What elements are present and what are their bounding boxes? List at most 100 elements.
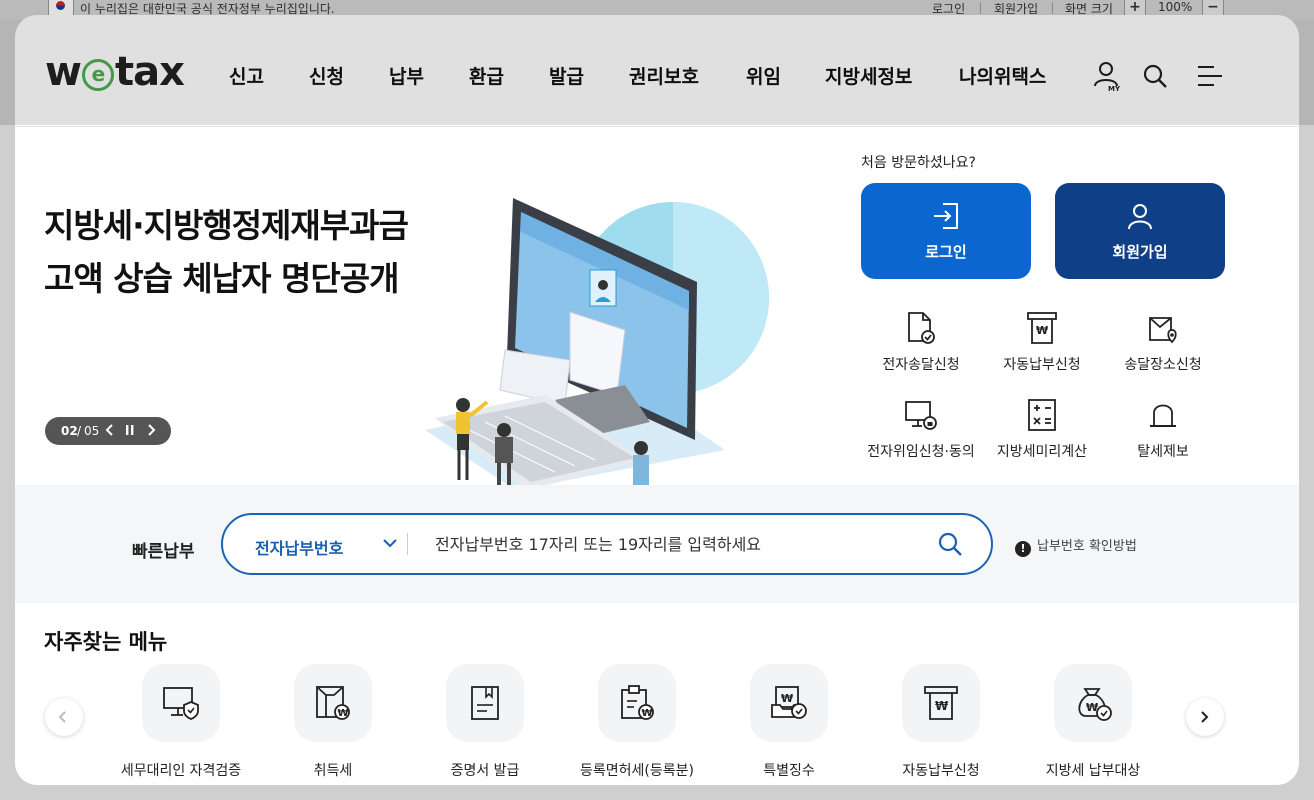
freq-item-auto-payment[interactable]: ₩ 자동납부신청 xyxy=(856,664,1026,780)
quick-pay-title: 빠른납부 xyxy=(132,542,195,562)
login-button-label: 로그인 xyxy=(925,243,967,261)
receipt-won-icon: ₩ xyxy=(1027,312,1057,344)
freq-item-tile: ₩ xyxy=(598,664,676,742)
quick-pay-section: 빠른납부 전자납부번호 ! 납부번호 확인방법 xyxy=(15,485,1299,603)
nav-local-tax-info[interactable]: 지방세정보 xyxy=(825,62,912,89)
pager-total: 05 xyxy=(84,424,100,438)
quick-auto-payment[interactable]: ₩ 자동납부신청 xyxy=(977,310,1107,374)
svg-text:₩: ₩ xyxy=(642,708,653,719)
freq-item-tile xyxy=(142,664,220,742)
svg-text:MY: MY xyxy=(1108,85,1121,92)
doc-won-icon: ₩ xyxy=(316,686,350,720)
freq-item-label: 등록면허세(등록분) xyxy=(580,763,694,779)
freq-item-tile: ₩ xyxy=(902,664,980,742)
monitor-shield-icon xyxy=(163,687,199,720)
freq-item-label: 지방세 납부대상 xyxy=(1045,763,1141,779)
svg-text:₩: ₩ xyxy=(1036,324,1048,337)
freq-item-tax-agent[interactable]: 세무대리인 자격검증 xyxy=(96,664,266,780)
logo-w: w xyxy=(45,49,82,95)
nav-my-wetax[interactable]: 나의위택스 xyxy=(959,62,1046,89)
zoom-value: 100% xyxy=(1158,0,1193,14)
clipboard-won-icon: ₩ xyxy=(621,685,654,720)
quick-e-delivery[interactable]: 전자송달신청 xyxy=(856,310,986,374)
frequent-menu-title: 자주찾는 메뉴 xyxy=(44,630,168,654)
search-icon[interactable] xyxy=(1142,63,1168,93)
siren-bell-icon xyxy=(1150,404,1176,427)
slide-pager: 02 / 05 xyxy=(45,417,171,445)
info-icon: ! xyxy=(1015,541,1031,557)
calculator-icon xyxy=(1028,399,1056,431)
nav-apply[interactable]: 신청 xyxy=(309,62,344,89)
chevron-down-icon[interactable] xyxy=(381,535,399,555)
site-header: w e tax 신고 신청 납부 환급 발급 권리보호 위임 지방세정보 나의위택스… xyxy=(15,15,1299,127)
signup-button[interactable]: 회원가입 xyxy=(1055,183,1225,279)
monitor-lock-icon xyxy=(905,401,937,430)
svg-text:₩: ₩ xyxy=(338,708,349,719)
wetax-logo[interactable]: w e tax xyxy=(45,49,185,95)
signup-button-label: 회원가입 xyxy=(1112,243,1168,261)
freq-item-tile xyxy=(446,664,524,742)
receipt-won-icon: ₩ xyxy=(924,686,958,720)
pause-icon[interactable] xyxy=(125,423,135,440)
freq-item-acquisition-tax[interactable]: ₩ 취득세 xyxy=(248,664,418,780)
quick-delivery-place[interactable]: 송달장소신청 xyxy=(1098,310,1228,374)
freq-item-certificate[interactable]: 증명서 발급 xyxy=(400,664,570,780)
prev-slide-icon[interactable] xyxy=(105,422,115,441)
nav-rights[interactable]: 권리보호 xyxy=(629,62,699,89)
freq-item-label: 취득세 xyxy=(313,763,353,779)
quick-tax-calculator[interactable]: 지방세미리계산 xyxy=(977,397,1107,461)
quick-e-delegation[interactable]: 전자위임신청·동의 xyxy=(856,397,986,461)
nav-report[interactable]: 신고 xyxy=(229,62,264,89)
quick-item-label: 자동납부신청 xyxy=(1003,357,1081,373)
help-label: 납부번호 확인방법 xyxy=(1037,539,1137,554)
envelope-location-icon xyxy=(1149,317,1177,344)
freq-item-payment-target[interactable]: ₩ 지방세 납부대상 xyxy=(1008,664,1178,780)
quick-pay-search-box: 전자납부번호 xyxy=(221,513,993,575)
next-slide-icon[interactable] xyxy=(146,422,156,441)
search-submit-icon[interactable] xyxy=(937,531,963,561)
nav-delegation[interactable]: 위임 xyxy=(746,62,781,89)
nav-refund[interactable]: 환급 xyxy=(469,62,504,89)
tray-won-check-icon: ₩ xyxy=(771,686,807,719)
nav-payment[interactable]: 납부 xyxy=(389,62,424,89)
freq-item-registration-license[interactable]: ₩ 등록면허세(등록분) xyxy=(552,664,722,780)
my-account-icon[interactable]: MY xyxy=(1092,60,1124,96)
payment-type-select[interactable]: 전자납부번호 xyxy=(255,535,343,559)
bookmark-doc-icon xyxy=(471,686,499,720)
freq-item-tile: ₩ xyxy=(1054,664,1132,742)
payment-number-help-link[interactable]: ! 납부번호 확인방법 xyxy=(1015,535,1137,557)
quick-item-label: 지방세미리계산 xyxy=(996,444,1088,460)
freq-item-label: 증명서 발급 xyxy=(450,763,520,779)
svg-text:₩: ₩ xyxy=(781,692,793,705)
divider xyxy=(980,2,981,14)
carousel-prev-button[interactable] xyxy=(45,698,83,736)
freq-item-label: 세무대리인 자격검증 xyxy=(120,763,242,779)
logo-e-circle: e xyxy=(81,59,114,91)
quick-item-label: 송달장소신청 xyxy=(1124,357,1202,373)
login-icon xyxy=(931,201,961,235)
hamburger-menu-icon[interactable] xyxy=(1197,65,1223,91)
divider xyxy=(1052,2,1053,14)
carousel-next-button[interactable] xyxy=(1186,698,1224,736)
quick-item-label: 전자위임신청·동의 xyxy=(867,444,975,460)
freq-item-tile: ₩ xyxy=(294,664,372,742)
document-check-icon xyxy=(908,312,935,344)
hero-illustration xyxy=(395,190,775,490)
nav-issue[interactable]: 발급 xyxy=(549,62,584,89)
korea-flag-icon xyxy=(48,0,74,16)
first-visit-text: 처음 방문하셨나요? xyxy=(861,155,976,171)
quick-item-label: 탈세제보 xyxy=(1137,444,1189,460)
money-bag-check-icon: ₩ xyxy=(1078,688,1112,721)
freq-item-special-collection[interactable]: ₩ 특별징수 xyxy=(704,664,874,780)
quick-tax-evasion-report[interactable]: 탈세제보 xyxy=(1098,397,1228,461)
person-icon xyxy=(1125,201,1155,235)
logo-tax: tax xyxy=(114,49,185,95)
divider xyxy=(407,533,408,555)
main-card: w e tax 신고 신청 납부 환급 발급 권리보호 위임 지방세정보 나의위택스… xyxy=(15,15,1299,785)
freq-item-label: 특별징수 xyxy=(763,763,815,779)
payment-number-input[interactable] xyxy=(419,527,931,561)
quick-item-label: 전자송달신청 xyxy=(882,357,960,373)
freq-item-tile: ₩ xyxy=(750,664,828,742)
svg-text:₩: ₩ xyxy=(935,699,949,713)
login-button[interactable]: 로그인 xyxy=(861,183,1031,279)
